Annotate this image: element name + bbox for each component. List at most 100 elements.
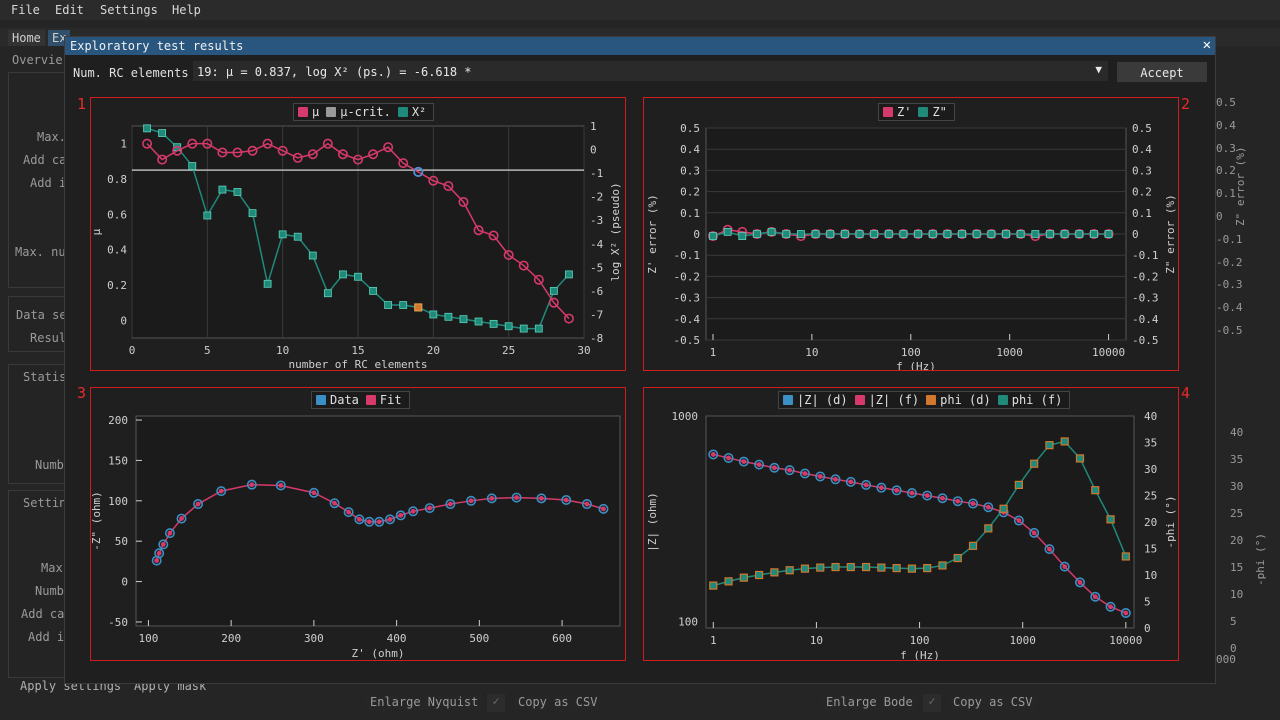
phi-point: [724, 577, 733, 586]
phi-point: [907, 564, 917, 573]
enlarge-bode-button[interactable]: Enlarge Bode: [822, 694, 917, 710]
mu-x2-chart[interactable]: 0 5 10 15 20 25 3000.20.40.60.8110-1-2-3-4-5-6…: [90, 98, 625, 371]
fit-point: [539, 495, 544, 501]
y-tick-label: 0.2: [680, 186, 700, 199]
legend-swatch: [316, 395, 326, 405]
phi-point: [984, 524, 993, 533]
x-tick-label: 100: [910, 634, 930, 647]
z-imag-point: [855, 230, 864, 238]
checkbox-2[interactable]: ✓: [923, 694, 941, 712]
z-mod-fit-point: [924, 493, 930, 498]
plot-2-number: 2: [1181, 95, 1191, 113]
bg-label: Numb: [35, 458, 64, 472]
bg-label: Max. nu: [15, 245, 66, 259]
x-tick-label: 1: [710, 346, 717, 359]
x-tick-label: 1: [710, 634, 717, 647]
z-imag-point: [870, 230, 879, 238]
bg-tick-label: -0.1: [1216, 232, 1243, 246]
x-tick-label: 0: [129, 344, 136, 357]
menu-edit[interactable]: Edit: [55, 3, 84, 17]
z-imag-point: [884, 230, 893, 238]
y-tick-label: 0.4: [107, 244, 127, 257]
bg-tick-label: 15: [1230, 561, 1244, 574]
nyquist-chart[interactable]: 100 200 300 400 500 600200150100500-50Z' (ohm…: [90, 388, 625, 660]
x-tick-label: 10: [805, 346, 818, 359]
x2-point: [339, 270, 347, 279]
z-imag-point: [753, 230, 761, 238]
y-axis-label: μ: [91, 228, 103, 235]
x2-point: [399, 301, 408, 309]
rc-elements-select[interactable]: 19: μ = 0.837, log X² (ps.) = -6.618 * ▼: [193, 61, 1108, 81]
plot-3-number: 3: [77, 384, 87, 402]
y2-tick-label: -0.4: [1132, 313, 1159, 326]
legend-label: |Z| (f): [868, 393, 920, 407]
x2-point: [429, 310, 438, 319]
y-tick-label: 0.2: [107, 279, 127, 292]
enlarge-nyquist-button[interactable]: Enlarge Nyquist: [366, 694, 483, 710]
accept-button[interactable]: Accept: [1117, 62, 1207, 82]
fit-point: [332, 500, 337, 506]
x2-point: [459, 315, 468, 324]
z-mod-fit-point: [878, 485, 884, 491]
plot-3-frame: 100 200 300 400 500 600 200 150 100 50 0 -50 Z' (ohm…: [90, 387, 626, 661]
x2-point: [188, 162, 197, 170]
z-imag-point: [1031, 230, 1040, 238]
x2-point: [218, 185, 227, 194]
y-tick-label: -0.3: [674, 292, 701, 305]
legend-label: |Z| (d): [797, 393, 848, 407]
checkbox-1[interactable]: ✓: [487, 694, 505, 712]
y-tick-label: 0.5: [680, 122, 700, 135]
y2-tick-label: 0.5: [1132, 122, 1152, 135]
z-imag-point: [782, 230, 791, 238]
phi-point: [831, 562, 840, 572]
close-icon[interactable]: ✕: [1203, 37, 1211, 53]
z-imag-point: [958, 230, 966, 238]
z-mod-fit-point: [985, 504, 991, 510]
bg-tick-label: 5: [1230, 615, 1237, 628]
menu-settings[interactable]: Settings: [100, 3, 158, 17]
tab-home[interactable]: Home: [8, 30, 45, 46]
x-axis-label: number of RC elements: [288, 358, 427, 370]
z-mod-fit-point: [771, 465, 777, 471]
plot-1-frame: 0 5 10 15 20 25 30 0 0.2 0.4 0.6 0.8 1 1 0 -1 -2 -3 -4 -5 -6…: [90, 97, 626, 371]
x-tick-label: 25: [502, 344, 515, 357]
y-tick-label: 0.8: [107, 173, 127, 186]
z-imag-point: [840, 230, 849, 238]
fit-point: [167, 530, 173, 536]
menu-help[interactable]: Help: [172, 3, 201, 17]
copy-csv-button-1[interactable]: Copy as CSV: [514, 694, 602, 710]
bg-label: Resul: [30, 331, 67, 345]
residuals-chart[interactable]: 0.5 0.5 0.4 0.4 0.3 0.3 0.2 0.2 0.1 0.1 0 0 -0.1 -0.1…: [644, 98, 1178, 373]
y-tick-label: 0: [120, 314, 127, 327]
y2-tick-label: -3: [590, 214, 603, 227]
x2-point: [519, 324, 528, 333]
copy-csv-button-2[interactable]: Copy as CSV: [949, 694, 1037, 710]
bg-label: Add i: [28, 630, 65, 644]
modal-title-bar[interactable]: Exploratory test results ✕: [65, 37, 1215, 55]
x2-point: [549, 286, 558, 295]
x-tick-label: 200: [221, 632, 241, 645]
phi-point: [785, 566, 794, 575]
y2-tick-label: 0: [590, 144, 597, 157]
y-tick-label: 1000: [672, 410, 699, 423]
plot-4-frame: 1 10 100 1000 10000 1000 100 40 35 30 25 20 15 10 5 0 f …: [643, 387, 1179, 662]
bode-chart[interactable]: 1 10 100 1000 10000 1000 100 40 35 30 25 20 15 10 5 0 f …: [644, 388, 1178, 662]
legend-label: μ: [312, 105, 320, 119]
z-imag-point: [796, 230, 805, 238]
phi-point: [1121, 552, 1130, 561]
bg-label: Max.: [37, 130, 66, 144]
y-tick-label: 0.3: [680, 164, 700, 177]
dropdown-arrow-icon[interactable]: ▼: [1095, 63, 1102, 76]
phi-point: [1014, 480, 1023, 490]
menu-file[interactable]: File: [11, 3, 40, 17]
bg-label: Max: [41, 561, 63, 575]
x-tick-label: 600: [552, 632, 572, 645]
z-imag-point: [1002, 230, 1010, 238]
y2-tick-label: 20: [1144, 516, 1157, 529]
x-axis-label: f (Hz): [900, 649, 940, 660]
y-tick-label: 200: [108, 414, 128, 427]
x2-point: [323, 289, 332, 298]
y-tick-label: -0.1: [674, 249, 701, 262]
legend-label: Fit: [379, 393, 402, 407]
legend-label: Z": [932, 105, 947, 119]
